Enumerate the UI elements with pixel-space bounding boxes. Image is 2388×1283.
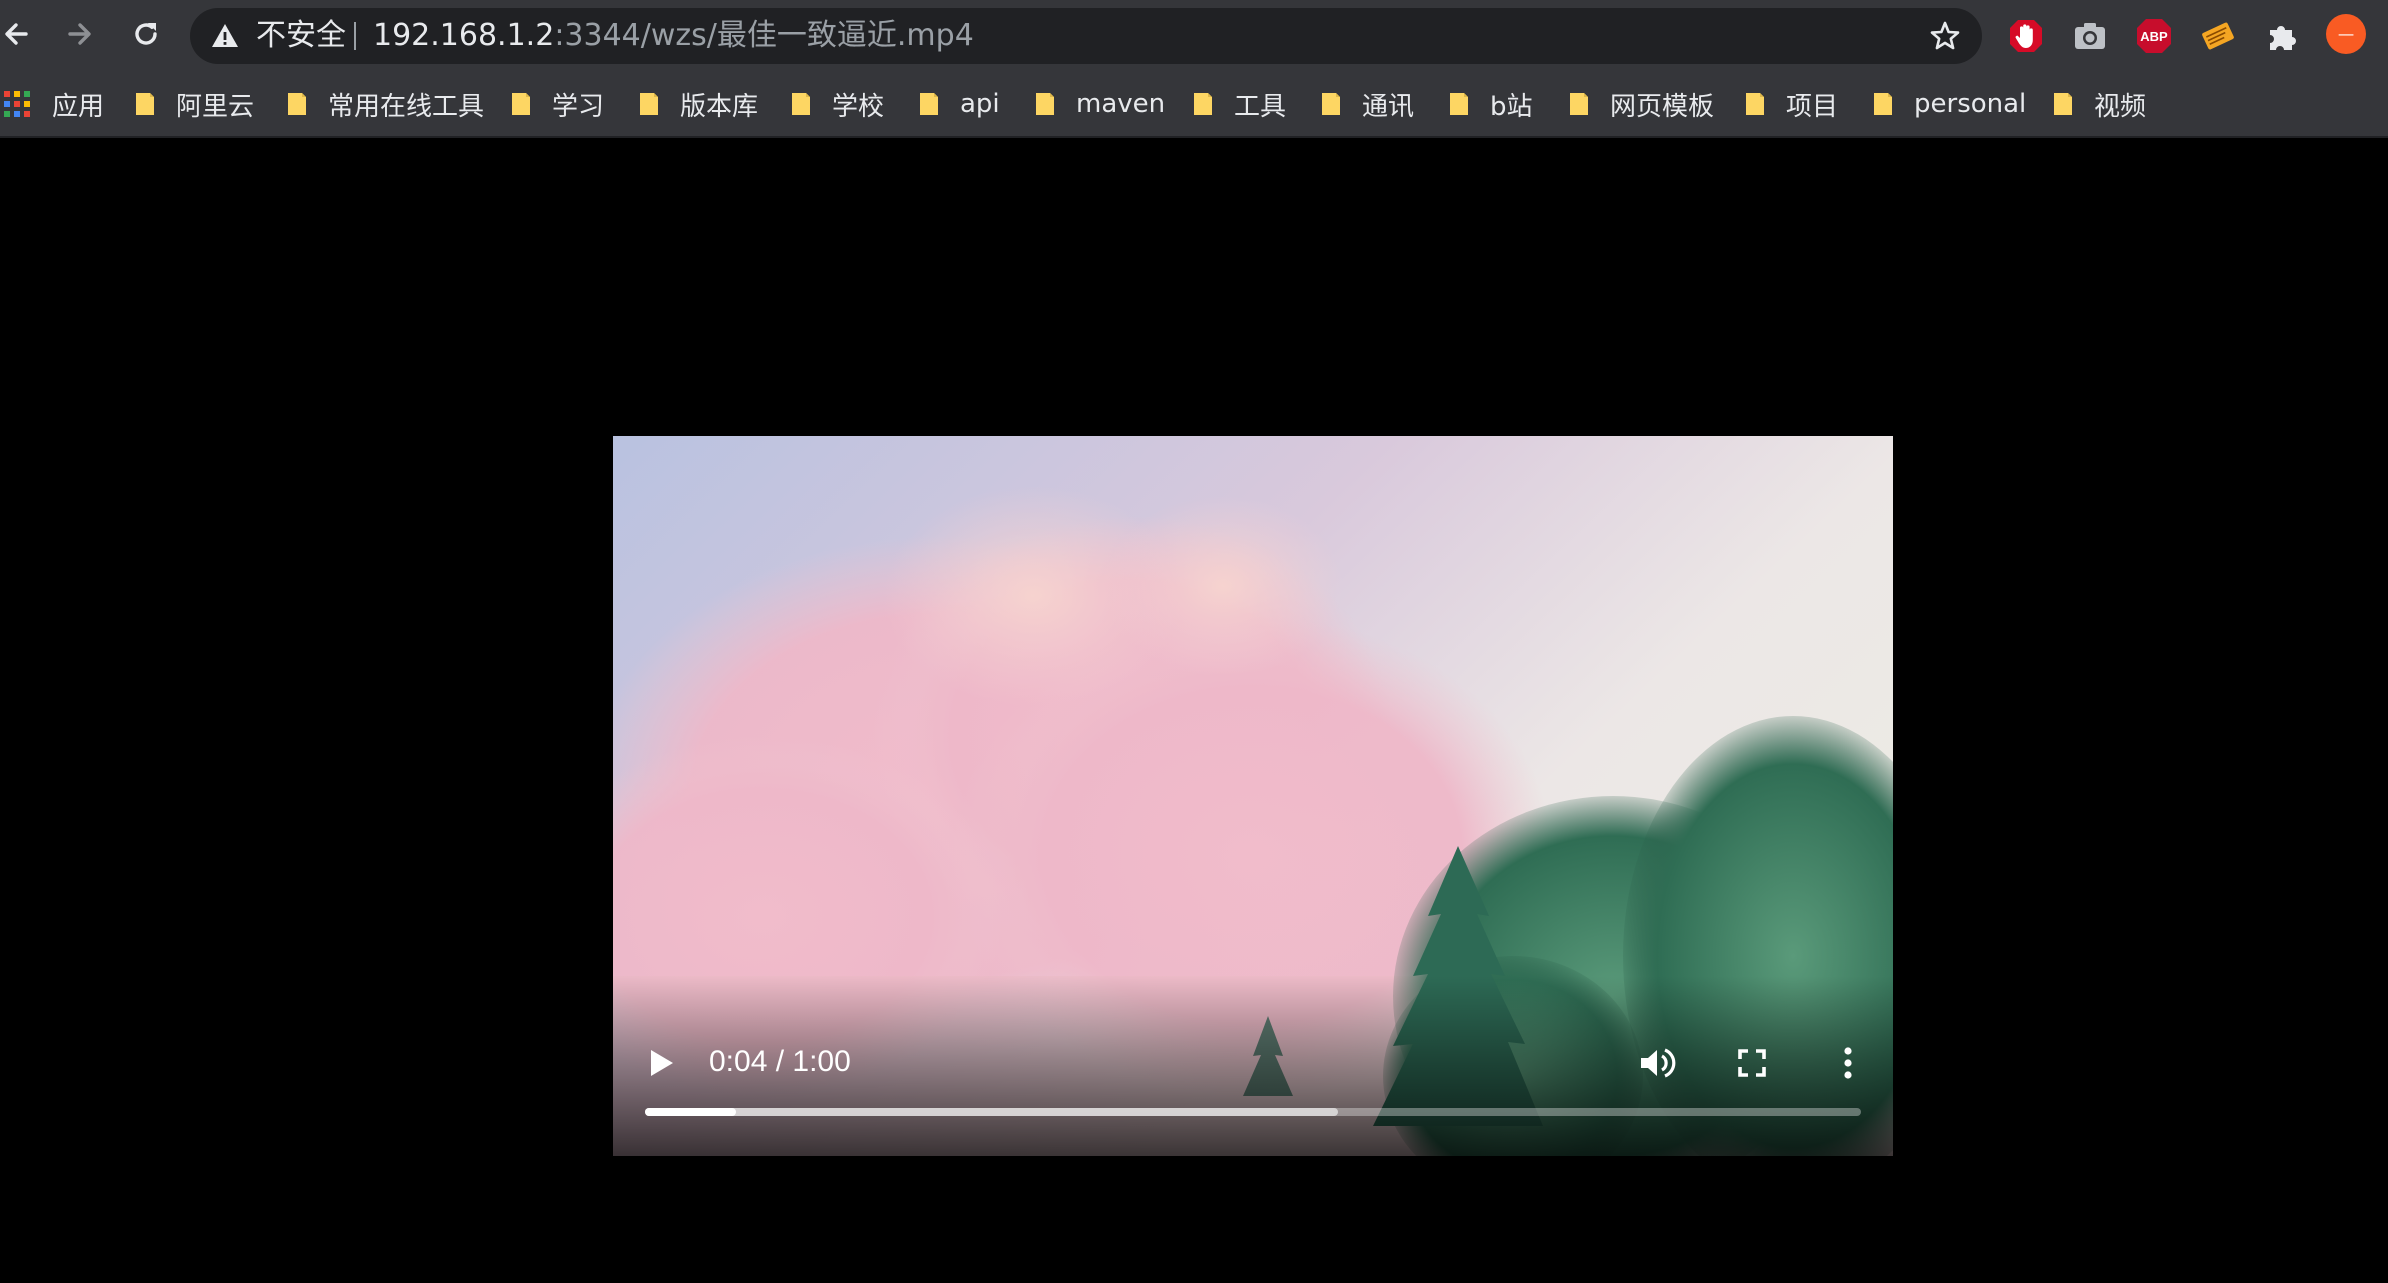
bookmark-label: personal bbox=[1914, 89, 2027, 119]
bookmark-folder[interactable]: 通讯 bbox=[1320, 72, 1414, 136]
folder-icon bbox=[510, 91, 532, 117]
ticket-extension-icon[interactable] bbox=[2198, 16, 2238, 56]
reload-icon[interactable] bbox=[126, 14, 166, 54]
folder-icon bbox=[1034, 91, 1056, 117]
address-divider bbox=[354, 22, 356, 50]
time-display: 0:04 / 1:00 bbox=[709, 1045, 851, 1078]
profile-initial: — bbox=[2338, 24, 2354, 43]
folder-icon bbox=[286, 91, 308, 117]
buffered-progress bbox=[645, 1108, 1339, 1116]
bookmark-folder[interactable]: 工具 bbox=[1192, 72, 1286, 136]
warning-icon[interactable] bbox=[210, 21, 240, 51]
bookmark-folder[interactable]: maven bbox=[1034, 72, 1165, 136]
url-host: 192.168.1.2 bbox=[373, 18, 555, 53]
profile-avatar[interactable]: — bbox=[2326, 14, 2370, 58]
bookmark-label: 通讯 bbox=[1362, 91, 1415, 122]
fullscreen-button[interactable] bbox=[1729, 1040, 1775, 1086]
folder-icon bbox=[790, 91, 812, 117]
seek-bar[interactable] bbox=[645, 1108, 1861, 1116]
fullscreen-icon bbox=[1738, 1049, 1766, 1077]
bookmark-label: maven bbox=[1076, 89, 1166, 119]
url-text[interactable]: 192.168.1.2:3344/wzs/最佳一致逼近.mp4 bbox=[373, 8, 974, 64]
bookmark-folder[interactable]: 网页模板 bbox=[1568, 72, 1714, 136]
camera-extension-icon[interactable] bbox=[2070, 16, 2110, 56]
bookmark-folder[interactable]: 学校 bbox=[790, 72, 884, 136]
played-progress bbox=[645, 1108, 737, 1116]
bookmark-label: 应用 bbox=[52, 91, 105, 122]
bookmark-label: 常用在线工具 bbox=[328, 91, 485, 122]
bookmark-label: b站 bbox=[1490, 91, 1533, 122]
bookmark-label: 网页模板 bbox=[1610, 91, 1715, 122]
folder-icon bbox=[1448, 91, 1470, 117]
more-options-button[interactable] bbox=[1825, 1040, 1871, 1086]
bookmark-label: 项目 bbox=[1786, 91, 1839, 122]
bookmark-folder[interactable]: api bbox=[918, 72, 1000, 136]
menu-edge-icon[interactable] bbox=[2378, 14, 2388, 58]
play-button[interactable] bbox=[637, 1040, 683, 1086]
folder-icon bbox=[918, 91, 940, 117]
folder-icon bbox=[1192, 91, 1214, 117]
bookmark-label: 学校 bbox=[832, 91, 885, 122]
bookmark-folder[interactable]: personal bbox=[1872, 72, 2026, 136]
block-hand-extension-icon[interactable] bbox=[2006, 16, 2046, 56]
star-icon[interactable] bbox=[1928, 19, 1962, 53]
bookmark-label: api bbox=[960, 89, 1000, 119]
folder-icon bbox=[1744, 91, 1766, 117]
address-bar[interactable]: 不安全 192.168.1.2:3344/wzs/最佳一致逼近.mp4 bbox=[190, 8, 1982, 64]
folder-icon bbox=[1872, 91, 1894, 117]
folder-icon bbox=[1320, 91, 1342, 117]
volume-icon bbox=[1641, 1048, 1676, 1078]
bookmark-apps[interactable]: 应用 bbox=[4, 72, 104, 136]
folder-icon bbox=[1568, 91, 1590, 117]
bookmark-folder[interactable]: 学习 bbox=[510, 72, 604, 136]
bookmark-label: 工具 bbox=[1234, 91, 1287, 122]
bookmarks-bar: 应用 阿里云 常用在线工具 学习 版本库 学校 api maven 工具 通讯 … bbox=[0, 72, 2388, 138]
folder-icon bbox=[638, 91, 660, 117]
bookmark-folder[interactable]: 视频 bbox=[2052, 72, 2146, 136]
folder-icon bbox=[2052, 91, 2074, 117]
bookmark-folder[interactable]: 项目 bbox=[1744, 72, 1838, 136]
security-status-label[interactable]: 不安全 bbox=[256, 8, 346, 64]
back-arrow-icon[interactable] bbox=[0, 14, 36, 54]
puzzle-extensions-icon[interactable] bbox=[2262, 16, 2302, 56]
forward-arrow-icon[interactable] bbox=[60, 14, 100, 54]
url-path: :3344/wzs/最佳一致逼近.mp4 bbox=[554, 18, 974, 53]
adblock-label: ABP bbox=[2140, 29, 2168, 44]
apps-grid-icon bbox=[4, 91, 30, 117]
bookmark-label: 版本库 bbox=[680, 91, 759, 122]
more-vertical-icon bbox=[1844, 1047, 1852, 1079]
bookmark-folder[interactable]: 阿里云 bbox=[134, 72, 254, 136]
folder-icon bbox=[134, 91, 156, 117]
video-player[interactable]: 0:04 / 1:00 bbox=[613, 436, 1893, 1156]
bookmark-folder[interactable]: 版本库 bbox=[638, 72, 758, 136]
bookmark-label: 阿里云 bbox=[176, 91, 255, 122]
bookmark-folder[interactable]: 常用在线工具 bbox=[286, 72, 484, 136]
bookmark-label: 学习 bbox=[552, 91, 605, 122]
adblock-extension-icon[interactable]: ABP bbox=[2134, 16, 2174, 56]
bookmark-folder[interactable]: b站 bbox=[1448, 72, 1533, 136]
volume-button[interactable] bbox=[1633, 1040, 1679, 1086]
browser-toolbar: 不安全 192.168.1.2:3344/wzs/最佳一致逼近.mp4 ABP … bbox=[0, 0, 2388, 72]
bookmark-label: 视频 bbox=[2094, 91, 2147, 122]
play-icon bbox=[651, 1050, 673, 1076]
